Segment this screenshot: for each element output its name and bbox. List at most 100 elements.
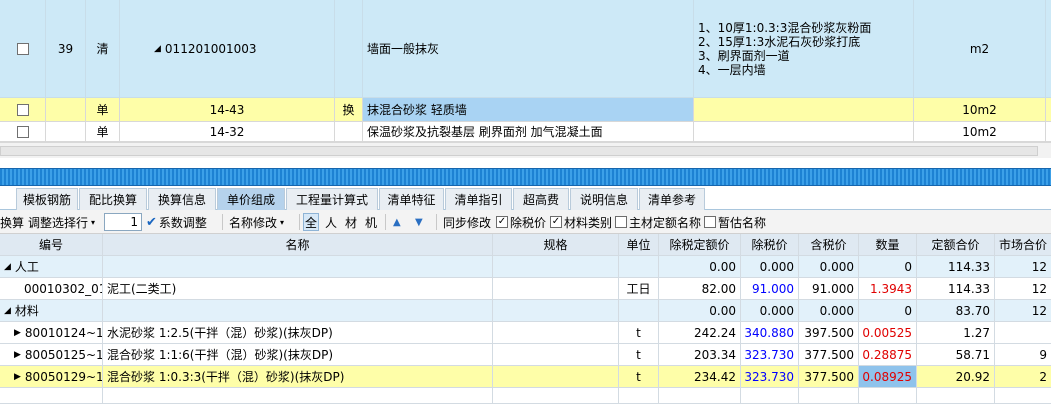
row-unit[interactable]: [619, 300, 659, 322]
row-name[interactable]: [103, 388, 493, 404]
row-incl-tax[interactable]: 377.500: [799, 344, 859, 366]
col-name-header[interactable]: 名称: [103, 234, 493, 256]
row-checkbox-cell[interactable]: [0, 98, 46, 122]
quota-row-14-32[interactable]: 单 14-32 保温砂浆及抗裂基层 刷界面剂 加气混凝土面 10m2: [0, 122, 1051, 142]
row-code-cell[interactable]: ◢ 011201001003: [120, 0, 335, 98]
row-market-total[interactable]: 12: [995, 256, 1051, 278]
move-down-icon[interactable]: ▼: [415, 210, 423, 234]
expand-triangle-icon[interactable]: ▶: [14, 328, 21, 338]
row-quota-price[interactable]: 203.34: [659, 344, 741, 366]
row-qty[interactable]: 1.3943: [859, 278, 917, 300]
coefficient-input[interactable]: 1: [104, 213, 142, 231]
row-excl-tax[interactable]: 0.000: [741, 256, 799, 278]
row-name[interactable]: [103, 256, 493, 278]
row-checkbox-cell[interactable]: [0, 0, 46, 98]
group-code-cell[interactable]: ◢ 人工: [0, 256, 103, 278]
row-quota-price[interactable]: 234.42: [659, 366, 741, 388]
row-market-total[interactable]: 9: [995, 344, 1051, 366]
row-features[interactable]: [694, 98, 914, 122]
filter-labor-toggle[interactable]: 人: [323, 213, 339, 231]
table-row-selected[interactable]: ▶ 80050129~1 混合砂浆 1:0.3:3(干拌（混）砂浆)(抹灰DP) …: [0, 366, 1051, 388]
row-excl-tax[interactable]: 323.730: [741, 344, 799, 366]
row-quota-price[interactable]: [659, 388, 741, 404]
row-incl-tax[interactable]: 0.000: [799, 300, 859, 322]
col-unit-header[interactable]: 单位: [619, 234, 659, 256]
row-excl-tax[interactable]: 323.730: [741, 366, 799, 388]
adjust-select-dropdown[interactable]: 调整选择行 ▾: [28, 210, 95, 234]
row-checkbox[interactable]: [16, 103, 29, 116]
row-excl-tax[interactable]: 0.000: [741, 300, 799, 322]
row-unit[interactable]: [619, 256, 659, 278]
group-row-material[interactable]: ◢ 材料 0.00 0.000 0.000 0 83.70 12: [0, 300, 1051, 322]
panel-splitter[interactable]: [0, 168, 1051, 186]
scrollbar-track[interactable]: [0, 146, 1038, 156]
sync-modify-button[interactable]: 同步修改: [443, 210, 491, 234]
row-market-total[interactable]: [995, 322, 1051, 344]
row-quota-total[interactable]: 1.27: [917, 322, 995, 344]
row-incl-tax[interactable]: 91.000: [799, 278, 859, 300]
row-checkbox-cell[interactable]: [0, 122, 46, 142]
row-quota-total[interactable]: 20.92: [917, 366, 995, 388]
main-material-checkbox[interactable]: 主材定额名称: [615, 210, 701, 234]
col-excl-tax-header[interactable]: 除税价: [741, 234, 799, 256]
row-code-cell[interactable]: ▶ 80050129~1: [0, 366, 103, 388]
tab-conversion-info[interactable]: 换算信息: [148, 188, 216, 210]
row-unit[interactable]: 工日: [619, 278, 659, 300]
tab-list-features[interactable]: 清单特征: [379, 188, 444, 210]
coefficient-adjust-button[interactable]: ✔ 系数调整: [146, 210, 207, 234]
row-quota-total[interactable]: 58.71: [917, 344, 995, 366]
row-qty[interactable]: 0.08925: [859, 366, 917, 388]
row-name[interactable]: 墙面一般抹灰: [363, 0, 694, 98]
horizontal-scrollbar[interactable]: [0, 142, 1051, 158]
row-name[interactable]: 混合砂浆 1:1:6(干拌（混）砂浆)(抹灰DP): [103, 344, 493, 366]
col-incl-tax-header[interactable]: 含税价: [799, 234, 859, 256]
row-incl-tax[interactable]: 377.500: [799, 366, 859, 388]
row-unit[interactable]: [619, 388, 659, 404]
row-quota-price[interactable]: 0.00: [659, 256, 741, 278]
boq-row-39[interactable]: 39 清 ◢ 011201001003 墙面一般抹灰 1、10厚1:0.3:3混合…: [0, 0, 1051, 98]
row-market-total[interactable]: 12: [995, 300, 1051, 322]
tab-quantity-formula[interactable]: 工程量计算式: [286, 188, 378, 210]
col-code-header[interactable]: 编号: [0, 234, 103, 256]
row-name[interactable]: 抹混合砂浆 轻质墙: [363, 98, 694, 122]
row-spec[interactable]: [493, 278, 619, 300]
col-quota-total-header[interactable]: 定额合价: [917, 234, 995, 256]
row-unit[interactable]: t: [619, 344, 659, 366]
row-quota-total[interactable]: [917, 388, 995, 404]
row-excl-tax[interactable]: 91.000: [741, 278, 799, 300]
tab-unit-price[interactable]: 单价组成: [217, 188, 285, 210]
row-incl-tax[interactable]: 0.000: [799, 256, 859, 278]
row-code[interactable]: 00010302_01: [0, 278, 103, 300]
swap-button[interactable]: 换算: [0, 210, 24, 234]
row-name[interactable]: 水泥砂浆 1:2.5(干拌（混）砂浆)(抹灰DP): [103, 322, 493, 344]
table-row[interactable]: ▶ 80050125~1 混合砂浆 1:1:6(干拌（混）砂浆)(抹灰DP) t …: [0, 344, 1051, 366]
tab-formwork-rebar[interactable]: 模板钢筋: [16, 188, 78, 210]
row-quota-price[interactable]: 0.00: [659, 300, 741, 322]
row-code[interactable]: [0, 388, 103, 404]
row-quota-total[interactable]: 114.33: [917, 256, 995, 278]
row-quota-price[interactable]: 242.24: [659, 322, 741, 344]
collapse-triangle-icon[interactable]: ◢: [4, 262, 11, 272]
tab-list-reference[interactable]: 清单参考: [639, 188, 705, 210]
collapse-triangle-icon[interactable]: ◢: [4, 306, 11, 316]
tab-height-fee[interactable]: 超高费: [513, 188, 569, 210]
row-quota-total[interactable]: 114.33: [917, 278, 995, 300]
expand-triangle-icon[interactable]: ▶: [14, 350, 21, 360]
group-code-cell[interactable]: ◢ 材料: [0, 300, 103, 322]
row-name[interactable]: 泥工(二类工): [103, 278, 493, 300]
row-incl-tax[interactable]: 397.500: [799, 322, 859, 344]
row-excl-tax[interactable]: 340.880: [741, 322, 799, 344]
row-name[interactable]: 保温砂浆及抗裂基层 刷界面剂 加气混凝土面: [363, 122, 694, 142]
row-name[interactable]: 混合砂浆 1:0.3:3(干拌（混）砂浆)(抹灰DP): [103, 366, 493, 388]
tab-mix-conversion[interactable]: 配比换算: [79, 188, 147, 210]
col-spec-header[interactable]: 规格: [493, 234, 619, 256]
row-spec[interactable]: [493, 256, 619, 278]
row-checkbox[interactable]: [16, 42, 29, 55]
filter-machine-toggle[interactable]: 机: [363, 213, 379, 231]
row-market-total[interactable]: 12: [995, 278, 1051, 300]
material-type-checkbox[interactable]: ✓ 材料类别: [550, 210, 612, 234]
table-row[interactable]: 00010302_01 泥工(二类工) 工日 82.00 91.000 91.0…: [0, 278, 1051, 300]
row-spec[interactable]: [493, 344, 619, 366]
row-code-cell[interactable]: ▶ 80050125~1: [0, 344, 103, 366]
row-features[interactable]: 1、10厚1:0.3:3混合砂浆灰粉面 2、15厚1:3水泥石灰砂浆打底 3、刷…: [694, 0, 914, 98]
